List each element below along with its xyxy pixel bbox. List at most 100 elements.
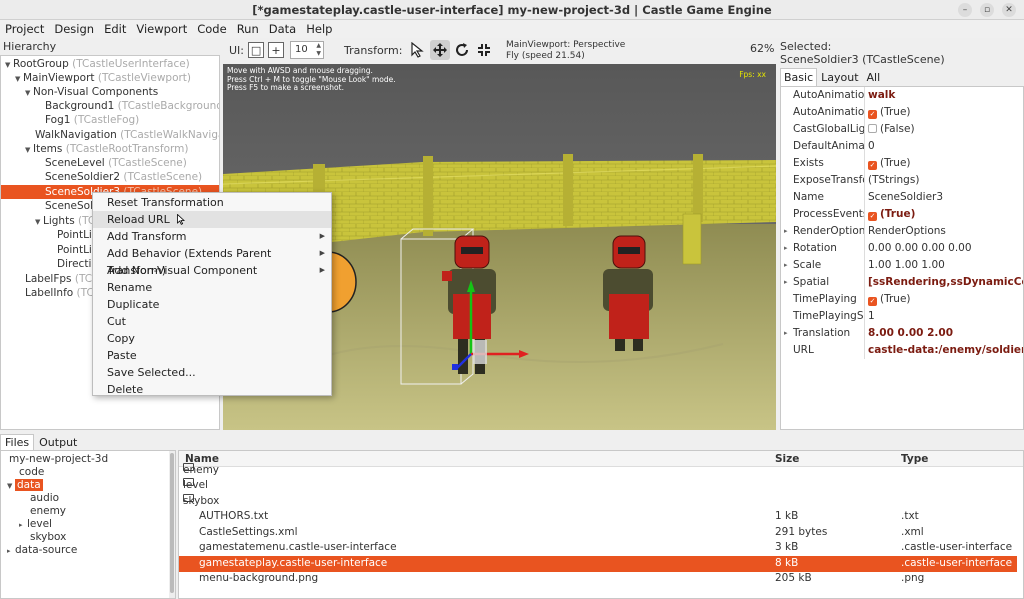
menu-item-rename[interactable]: Rename — [93, 279, 331, 296]
tree-node-directional[interactable]: Directi — [57, 257, 91, 271]
checkbox-checked-icon[interactable]: ✓ — [868, 161, 877, 170]
expand-arrow-icon[interactable]: ▼ — [25, 143, 33, 157]
file-row[interactable]: menu-background.png 205 kB .png — [179, 571, 1017, 587]
prop-row[interactable]: CastGlobalLights(False) — [781, 121, 1023, 138]
menu-item-paste[interactable]: Paste — [93, 347, 331, 364]
menu-run[interactable]: Run — [232, 20, 264, 38]
expand-arrow-icon[interactable]: ▼ — [7, 480, 15, 493]
expand-arrow-icon[interactable]: ▸ — [784, 223, 788, 240]
file-row[interactable]: AUTHORS.txt 1 kB .txt — [179, 509, 1017, 525]
file-row[interactable]: skybox — [179, 494, 1017, 510]
prop-row[interactable]: AutoAnimationLoop✓(True) — [781, 104, 1023, 121]
tab-files[interactable]: Files — [0, 434, 35, 450]
prop-row[interactable]: TimePlaying ✓ (True) — [781, 291, 1023, 308]
file-tree-data-source[interactable]: ▸ data-source — [7, 544, 77, 557]
menu-item-save-selected[interactable]: Save Selected... — [93, 364, 331, 381]
file-tree-scrollbar[interactable] — [169, 451, 175, 598]
prop-row[interactable]: ▸ Rotation 0.00 0.00 0.00 0.00 — [781, 240, 1023, 257]
snap-spinner[interactable]: 10 ▲ ▼ — [290, 41, 325, 59]
file-tree-audio[interactable]: audio — [30, 492, 59, 505]
menu-item-duplicate[interactable]: Duplicate — [93, 296, 331, 313]
file-tree-enemy[interactable]: enemy — [30, 505, 66, 518]
expand-arrow-icon[interactable]: ▸ — [784, 240, 788, 257]
expand-arrow-icon[interactable]: ▼ — [35, 215, 43, 229]
prop-row[interactable]: ProcessEvents ✓ (True) — [781, 206, 1023, 223]
prop-row[interactable]: ▸Spatial[ssRendering,ssDynamicCollisions… — [781, 274, 1023, 291]
add-ui-tool-button[interactable]: + — [268, 42, 285, 58]
menu-edit[interactable]: Edit — [99, 20, 131, 38]
menu-data[interactable]: Data — [264, 20, 301, 38]
tree-node-labelfps[interactable]: LabelFps (TC — [25, 272, 92, 286]
tree-node-mainviewport[interactable]: ▼ MainViewport (TCastleViewport) — [15, 71, 191, 85]
tree-node-lights[interactable]: ▼ Lights (TC — [35, 214, 95, 228]
prop-row[interactable]: DefaultAnimationTransition0 — [781, 138, 1023, 155]
prop-row[interactable]: Name SceneSoldier3 — [781, 189, 1023, 206]
menu-design[interactable]: Design — [49, 20, 99, 38]
file-row-selected[interactable]: gamestateplay.castle-user-interface 8 kB.… — [179, 556, 1017, 572]
prop-row[interactable]: ▸ Scale 1.00 1.00 1.00 — [781, 257, 1023, 274]
file-row[interactable]: CastleSettings.xml 291 bytes .xml — [179, 525, 1017, 541]
file-tree-code[interactable]: code — [19, 466, 44, 479]
file-row[interactable]: enemy — [179, 463, 1017, 479]
tree-node-scenesoldier2[interactable]: SceneSoldier2 (TCastleScene) — [45, 170, 202, 184]
checkbox-checked-icon[interactable]: ✓ — [868, 297, 877, 306]
tree-node-scenelevel[interactable]: SceneLevel (TCastleScene) — [45, 156, 187, 170]
expand-arrow-icon[interactable]: ▼ — [5, 58, 13, 72]
expand-arrow-icon[interactable]: ▸ — [784, 274, 788, 291]
tree-node-walknavigation[interactable]: WalkNavigation (TCastleWalkNavigation) — [35, 128, 219, 142]
menu-viewport[interactable]: Viewport — [131, 20, 192, 38]
close-icon[interactable]: ✕ — [1002, 3, 1016, 17]
expand-arrow-icon[interactable]: ▼ — [15, 72, 23, 86]
menu-item-delete[interactable]: Delete — [93, 381, 331, 398]
expand-arrow-icon[interactable]: ▸ — [19, 519, 27, 532]
menu-code[interactable]: Code — [192, 20, 231, 38]
tab-output[interactable]: Output — [34, 434, 82, 450]
file-tree-level[interactable]: ▸ level — [19, 518, 52, 531]
select-cursor-icon[interactable] — [408, 40, 428, 60]
file-row[interactable]: level — [179, 478, 1017, 494]
file-tree-root[interactable]: my-new-project-3d — [9, 453, 108, 466]
select-ui-tool-button[interactable]: □ — [248, 42, 265, 58]
prop-row[interactable]: AutoAnimation walk — [781, 87, 1023, 104]
menu-item-reset-transformation[interactable]: Reset Transformation — [93, 194, 331, 211]
rotate-tool-button[interactable] — [452, 40, 472, 60]
file-tree-data[interactable]: ▼ data — [7, 479, 43, 492]
menu-item-cut[interactable]: Cut — [93, 313, 331, 330]
expand-arrow-icon[interactable]: ▸ — [784, 325, 788, 342]
scrollbar-thumb[interactable] — [170, 453, 174, 593]
menu-help[interactable]: Help — [301, 20, 337, 38]
prop-row[interactable]: ▸ Translation 8.00 0.00 2.00 — [781, 325, 1023, 342]
menu-item-reload-url[interactable]: Reload URL — [93, 211, 331, 228]
tree-node-pointlight2[interactable]: PointLi — [57, 243, 92, 257]
prop-row[interactable]: TimePlayingSpeed1 — [781, 308, 1023, 325]
scale-tool-button[interactable] — [474, 40, 494, 60]
file-row[interactable]: gamestatemenu.castle-user-interface 3 kB.… — [179, 540, 1017, 556]
file-tree-skybox[interactable]: skybox — [30, 531, 66, 544]
prop-row[interactable]: ExposeTransforms(TStrings) — [781, 172, 1023, 189]
checkbox-unchecked-icon[interactable] — [868, 124, 877, 133]
tab-all[interactable]: All — [863, 68, 885, 86]
prop-row[interactable]: URLcastle-data:/enemy/soldier1.gltf — [781, 342, 1023, 359]
tree-node-items[interactable]: ▼ Items (TCastleRootTransform) — [25, 142, 188, 156]
menu-project[interactable]: Project — [0, 20, 49, 38]
checkbox-checked-icon[interactable]: ✓ — [868, 110, 877, 119]
menu-item-copy[interactable]: Copy — [93, 330, 331, 347]
expand-arrow-icon[interactable]: ▸ — [784, 257, 788, 274]
minimize-icon[interactable]: – — [958, 3, 972, 17]
move-tool-button[interactable] — [430, 40, 451, 60]
prop-row[interactable]: Exists ✓ (True) — [781, 155, 1023, 172]
tree-node-labelinfo[interactable]: LabelInfo (TC — [25, 286, 94, 300]
expand-arrow-icon[interactable]: ▼ — [25, 86, 33, 100]
spinner-arrows-icon[interactable]: ▲ ▼ — [316, 42, 321, 58]
tab-basic[interactable]: Basic — [780, 68, 818, 86]
maximize-icon[interactable]: ▫ — [980, 3, 994, 17]
menu-item-add-transform[interactable]: Add Transform ▶ — [93, 228, 331, 245]
expand-arrow-icon[interactable]: ▸ — [7, 545, 15, 558]
menu-item-add-behavior[interactable]: Add Behavior (Extends Parent Transform) ▶ — [93, 245, 331, 277]
checkbox-checked-icon[interactable]: ✓ — [868, 212, 877, 221]
tree-node-fog1[interactable]: Fog1 (TCastleFog) — [45, 113, 139, 127]
tree-node-rootgroup[interactable]: ▼ RootGroup (TCastleUserInterface) — [5, 57, 190, 71]
tab-layout[interactable]: Layout — [817, 68, 862, 86]
tree-node-pointlight1[interactable]: PointLi — [57, 228, 92, 242]
tree-node-non-visual-components[interactable]: ▼ Non-Visual Components — [25, 85, 158, 99]
